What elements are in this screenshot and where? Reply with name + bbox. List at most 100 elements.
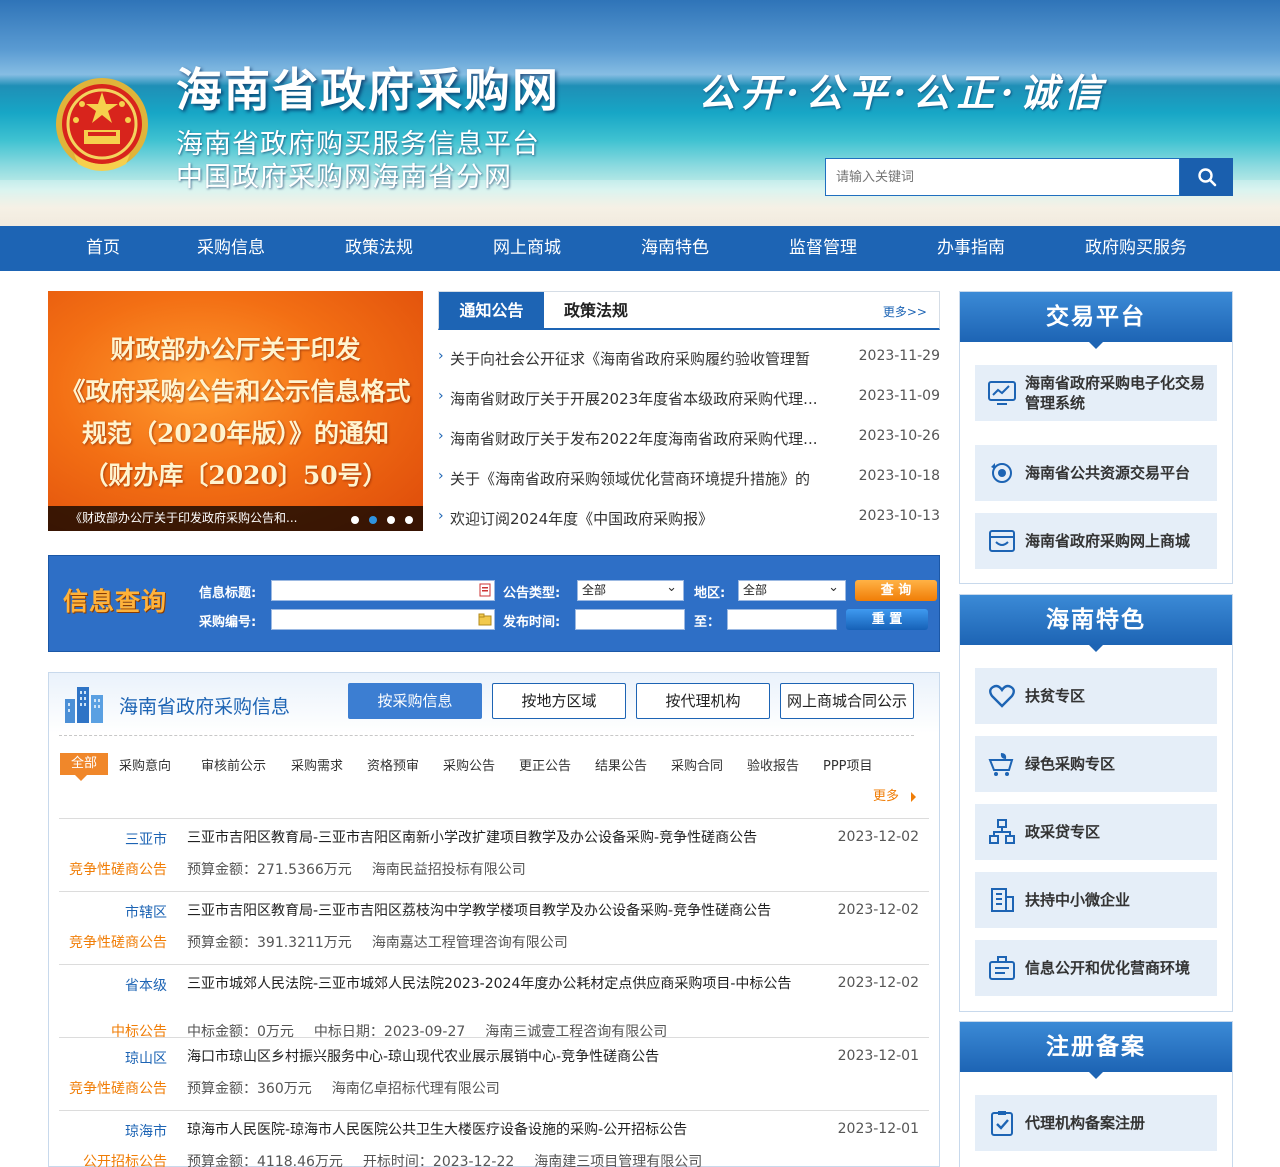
item-region[interactable]: 省本级 xyxy=(125,975,167,995)
link-agency-registration[interactable]: 代理机构备案注册 xyxy=(975,1095,1217,1151)
info-title-input[interactable] xyxy=(271,580,495,601)
region-select[interactable]: 全部 xyxy=(738,578,846,601)
procurement-heading: 海南省政府采购信息 xyxy=(119,696,291,718)
publish-time-end-input[interactable] xyxy=(727,609,837,630)
category-prequalification[interactable]: 资格预审 xyxy=(367,755,419,774)
news-title[interactable]: 关于向社会公开征求《海南省政府采购履约验收管理暂 xyxy=(450,348,840,369)
news-item[interactable]: › 关于《海南省政府采购领域优化营商环境提升措施》的 2023-10-18 xyxy=(438,468,940,488)
label-proc-code: 采购编号: xyxy=(199,615,257,630)
item-region[interactable]: 琼山区 xyxy=(125,1048,167,1068)
news-title[interactable]: 海南省财政厅关于发布2022年度海南省政府采购代理... xyxy=(450,428,840,449)
news-title[interactable]: 关于《海南省政府采购领域优化营商环境提升措施》的 xyxy=(450,468,840,489)
panel-item-label[interactable]: 海南省政府采购电子化交易管理系统 xyxy=(1025,365,1217,421)
notice-more-link[interactable]: 更多>> xyxy=(883,292,927,333)
chevron-right-icon: › xyxy=(438,348,444,364)
registration-panel: 注册备案 代理机构备案注册 xyxy=(959,1021,1233,1167)
nav-supervision[interactable]: 监督管理 xyxy=(789,226,857,271)
category-pre-review[interactable]: 审核前公示 xyxy=(201,755,266,774)
news-item[interactable]: › 欢迎订阅2024年度《中国政府采购报》 2023-10-13 xyxy=(438,508,940,528)
panel-item-label[interactable]: 绿色采购专区 xyxy=(1025,736,1115,792)
tab-notices[interactable]: 通知公告 xyxy=(439,292,544,329)
search-button[interactable] xyxy=(1180,158,1233,196)
procurement-item[interactable]: 省本级 中标公告 三亚市城郊人民法院-三亚市城郊人民法院2023-2024年度办… xyxy=(59,964,929,1040)
banner-headline: 财政部办公厅关于印发 《政府采购公告和公示信息格式 规范（2020年版）》的通知… xyxy=(48,329,423,497)
carousel-dot[interactable] xyxy=(387,516,395,524)
notice-type-select[interactable]: 全部 xyxy=(577,578,684,601)
nav-gov-services[interactable]: 政府购买服务 xyxy=(1085,226,1187,271)
item-meta: 预算金额：360万元 海南亿卓招标代理有限公司 xyxy=(187,1078,520,1098)
tab-by-agency[interactable]: 按代理机构 xyxy=(636,683,770,719)
procurement-item[interactable]: 琼海市 公开招标公告 琼海市人民医院-琼海市人民医院公共卫生大楼医疗设备设施的采… xyxy=(59,1110,929,1167)
link-e-procurement-system[interactable]: 海南省政府采购电子化交易管理系统 xyxy=(975,365,1217,421)
main-nav: 首页 采购信息 政策法规 网上商城 海南特色 监督管理 办事指南 政府购买服务 xyxy=(0,226,1280,271)
category-intention[interactable]: 采购意向 xyxy=(119,755,171,774)
news-item[interactable]: › 海南省财政厅关于开展2023年度省本级政府采购代理... 2023-11-09 xyxy=(438,388,940,408)
item-agency: 海南建三项目管理有限公司 xyxy=(534,1154,703,1167)
item-region[interactable]: 三亚市 xyxy=(125,829,167,849)
link-sme-support[interactable]: 扶持中小微企业 xyxy=(975,872,1217,928)
category-contract[interactable]: 采购合同 xyxy=(671,755,723,774)
link-info-disclosure[interactable]: 信息公开和优化营商环境 xyxy=(975,940,1217,996)
panel-item-label[interactable]: 代理机构备案注册 xyxy=(1025,1095,1145,1151)
item-title[interactable]: 三亚市吉阳区教育局-三亚市吉阳区荔枝沟中学教学楼项目教学及办公设备采购-竞争性磋… xyxy=(187,902,827,920)
cart-leaf-icon xyxy=(988,753,1014,776)
item-region[interactable]: 琼海市 xyxy=(125,1121,167,1141)
tab-by-region[interactable]: 按地方区域 xyxy=(492,683,626,719)
nav-procurement-info[interactable]: 采购信息 xyxy=(197,226,265,271)
nav-hainan-features[interactable]: 海南特色 xyxy=(641,226,709,271)
panel-item-label[interactable]: 扶贫专区 xyxy=(1025,668,1085,724)
nav-policy[interactable]: 政策法规 xyxy=(345,226,413,271)
news-item[interactable]: › 关于向社会公开征求《海南省政府采购履约验收管理暂 2023-11-29 xyxy=(438,348,940,368)
news-item[interactable]: › 海南省财政厅关于发布2022年度海南省政府采购代理... 2023-10-26 xyxy=(438,428,940,448)
item-title[interactable]: 三亚市城郊人民法院-三亚市城郊人民法院2023-2024年度办公耗材定点供应商采… xyxy=(187,975,827,993)
panel-item-label[interactable]: 政采贷专区 xyxy=(1025,804,1100,860)
search-input[interactable] xyxy=(825,158,1180,196)
link-public-resource-platform[interactable]: 海南省公共资源交易平台 xyxy=(975,445,1217,501)
publish-time-start-input[interactable] xyxy=(575,609,685,630)
news-title[interactable]: 欢迎订阅2024年度《中国政府采购报》 xyxy=(450,508,840,529)
info-query-panel: 信息查询 信息标题: 公告类型: 全部 地区: 全部 查 询 采购编号: 发布时… xyxy=(48,555,940,652)
link-procurement-loan[interactable]: 政采贷专区 xyxy=(975,804,1217,860)
item-region[interactable]: 市辖区 xyxy=(125,902,167,922)
category-ppp[interactable]: PPP项目 xyxy=(823,755,873,774)
query-button[interactable]: 查 询 xyxy=(855,580,937,601)
link-poverty-alleviation[interactable]: 扶贫专区 xyxy=(975,668,1217,724)
carousel-dot[interactable] xyxy=(405,516,413,524)
reset-button[interactable]: 重 置 xyxy=(846,609,928,630)
nav-home[interactable]: 首页 xyxy=(86,226,120,271)
category-demand[interactable]: 采购需求 xyxy=(291,755,343,774)
carousel-dots xyxy=(351,516,413,524)
panel-item-label[interactable]: 信息公开和优化营商环境 xyxy=(1025,940,1190,996)
panel-item-label[interactable]: 海南省公共资源交易平台 xyxy=(1025,445,1190,501)
item-title[interactable]: 海口市琼山区乡村振兴服务中心-琼山现代农业展示展销中心-竞争性磋商公告 xyxy=(187,1048,827,1066)
panel-item-label[interactable]: 扶持中小微企业 xyxy=(1025,872,1130,928)
tab-by-procurement[interactable]: 按采购信息 xyxy=(348,683,482,719)
more-label[interactable]: 更多 xyxy=(873,789,899,804)
item-title[interactable]: 三亚市吉阳区教育局-三亚市吉阳区南新小学改扩建项目教学及办公设备采购-竞争性磋商… xyxy=(187,829,827,847)
news-date: 2023-10-26 xyxy=(858,428,940,444)
category-correction[interactable]: 更正公告 xyxy=(519,755,571,774)
carousel-dot-active[interactable] xyxy=(369,516,377,524)
panel-item-label[interactable]: 海南省政府采购网上商城 xyxy=(1025,513,1190,569)
category-announcement[interactable]: 采购公告 xyxy=(443,755,495,774)
tab-policy[interactable]: 政策法规 xyxy=(564,292,628,329)
category-more-link[interactable]: 更多 xyxy=(873,785,917,804)
item-date: 2023-12-02 xyxy=(837,975,919,991)
category-result[interactable]: 结果公告 xyxy=(595,755,647,774)
item-title[interactable]: 琼海市人民医院-琼海市人民医院公共卫生大楼医疗设备设施的采购-公开招标公告 xyxy=(187,1121,827,1139)
link-online-mall[interactable]: 海南省政府采购网上商城 xyxy=(975,513,1217,569)
nav-online-mall[interactable]: 网上商城 xyxy=(493,226,561,271)
label-to: 至： xyxy=(694,615,721,630)
category-acceptance[interactable]: 验收报告 xyxy=(747,755,799,774)
procurement-item[interactable]: 市辖区 竞争性磋商公告 三亚市吉阳区教育局-三亚市吉阳区荔枝沟中学教学楼项目教学… xyxy=(59,891,929,963)
carousel-dot[interactable] xyxy=(351,516,359,524)
link-green-procurement[interactable]: 绿色采购专区 xyxy=(975,736,1217,792)
procurement-item[interactable]: 琼山区 竞争性磋商公告 海口市琼山区乡村振兴服务中心-琼山现代农业展示展销中心-… xyxy=(59,1037,929,1109)
news-title[interactable]: 海南省财政厅关于开展2023年度省本级政府采购代理... xyxy=(450,388,840,409)
proc-code-input[interactable] xyxy=(271,609,495,630)
banner-carousel[interactable]: 财政部办公厅关于印发 《政府采购公告和公示信息格式 规范（2020年版）》的通知… xyxy=(48,291,423,531)
category-all[interactable]: 全部 xyxy=(60,753,109,781)
tab-mall-contracts[interactable]: 网上商城合同公示 xyxy=(780,683,914,719)
procurement-item[interactable]: 三亚市 竞争性磋商公告 三亚市吉阳区教育局-三亚市吉阳区南新小学改扩建项目教学及… xyxy=(59,818,929,890)
nav-guide[interactable]: 办事指南 xyxy=(937,226,1005,271)
